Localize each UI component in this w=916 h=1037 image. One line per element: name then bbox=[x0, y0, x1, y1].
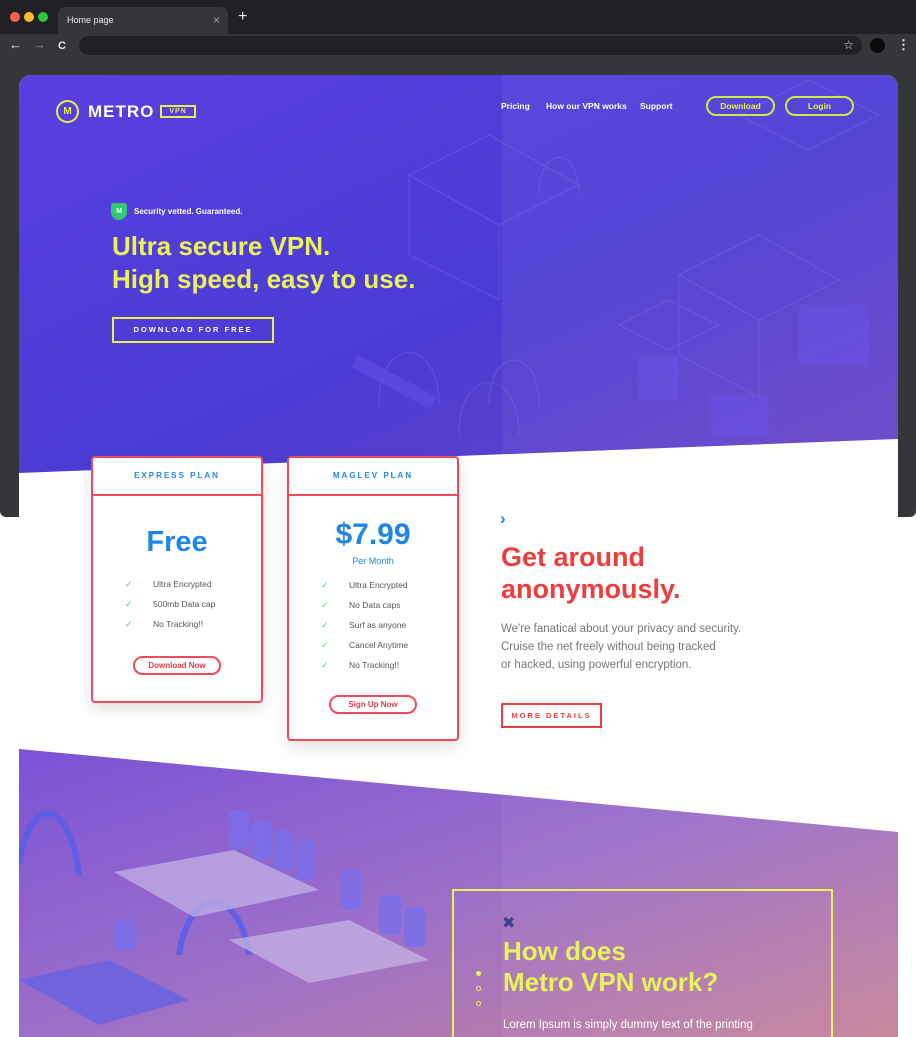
slide-dot-active[interactable] bbox=[476, 971, 481, 976]
check-icon: ✓ bbox=[125, 599, 133, 609]
feature-item: ✓ No Data caps bbox=[289, 595, 457, 615]
check-icon: ✓ bbox=[321, 580, 329, 590]
badge-text: Security vetted. Guaranteed. bbox=[134, 207, 243, 216]
tab-close-icon[interactable]: × bbox=[213, 13, 220, 27]
download-for-free-button[interactable]: DOWNLOAD FOR FREE bbox=[112, 317, 274, 343]
new-tab-button[interactable]: + bbox=[238, 9, 247, 25]
nav-link-how-it-works[interactable]: How our VPN works bbox=[546, 101, 627, 111]
feature-item: ✓ No Tracking!! bbox=[93, 614, 261, 634]
minimize-window-button[interactable] bbox=[24, 12, 34, 22]
more-details-button[interactable]: MORE DETAILS bbox=[501, 703, 602, 728]
section-description: We're fanatical about your privacy and s… bbox=[501, 623, 742, 671]
profile-avatar[interactable] bbox=[870, 38, 885, 53]
how-title: How does Metro VPN work? bbox=[503, 936, 719, 997]
pricing-card-maglev: MAGLEV PLAN $7.99 Per Month ✓ Ultra Encry… bbox=[287, 456, 459, 741]
download-now-button[interactable]: Download Now bbox=[133, 656, 221, 675]
tab-title: Home page bbox=[67, 15, 114, 25]
check-icon: ✓ bbox=[321, 620, 329, 630]
logo-mark-icon: M bbox=[56, 100, 79, 123]
check-icon: ✓ bbox=[321, 660, 329, 670]
hero-title-line1: Ultra secure VPN. bbox=[112, 231, 331, 261]
feature-item: ✓ Ultra Encrypted bbox=[289, 575, 457, 595]
slide-dot[interactable] bbox=[476, 986, 481, 991]
how-description: Lorem Ipsum is simply dummy text of the … bbox=[503, 1019, 753, 1031]
browser-tab[interactable]: Home page × bbox=[58, 7, 228, 34]
shield-icon: M bbox=[111, 203, 127, 220]
plan-period: Per Month bbox=[352, 556, 394, 566]
check-icon: ✓ bbox=[321, 600, 329, 610]
bookmark-star-icon[interactable]: ☆ bbox=[843, 38, 854, 52]
plan-price: $7.99 bbox=[335, 518, 411, 551]
nav-link-support[interactable]: Support bbox=[640, 101, 673, 111]
plan-name: MAGLEV PLAN bbox=[289, 458, 457, 496]
cross-tools-icon: ✖ bbox=[502, 915, 516, 932]
section-title: Get around anonymously. bbox=[501, 542, 681, 604]
plan-name: EXPRESS PLAN bbox=[93, 458, 261, 496]
check-icon: ✓ bbox=[125, 619, 133, 629]
login-button[interactable]: Login bbox=[785, 96, 854, 116]
web-page: M METRO VPN Pricing How our VPN works Su… bbox=[19, 75, 898, 1037]
logo-name: METRO bbox=[88, 101, 155, 121]
check-icon: ✓ bbox=[321, 640, 329, 650]
back-icon[interactable]: ← bbox=[9, 38, 22, 52]
feature-item: ✓ 500mb Data cap bbox=[93, 594, 261, 614]
download-button[interactable]: Download bbox=[706, 96, 775, 116]
brand-logo[interactable]: M METRO VPN bbox=[56, 100, 196, 123]
browser-menu-icon[interactable]: ⋮ bbox=[897, 37, 910, 53]
check-icon: ✓ bbox=[125, 579, 133, 589]
forward-icon[interactable]: → bbox=[33, 38, 46, 52]
feature-list: ✓ Ultra Encrypted ✓ No Data caps ✓ Surf as … bbox=[289, 575, 457, 675]
feature-item: ✓ Surf as anyone bbox=[289, 615, 457, 635]
close-window-button[interactable] bbox=[10, 12, 20, 22]
security-badge: M Security vetted. Guaranteed. bbox=[111, 203, 242, 220]
plan-price: Free bbox=[146, 526, 208, 558]
feature-list: ✓ Ultra Encrypted ✓ 500mb Data cap ✓ No Tra… bbox=[93, 574, 261, 634]
maximize-window-button[interactable] bbox=[38, 12, 48, 22]
slide-dot[interactable] bbox=[476, 1001, 481, 1006]
chevron-right-icon: › bbox=[500, 509, 506, 528]
feature-item: ✓ Ultra Encrypted bbox=[93, 574, 261, 594]
feature-item: ✓ No Tracking!! bbox=[289, 655, 457, 675]
nav-link-pricing[interactable]: Pricing bbox=[501, 101, 530, 111]
pricing-card-express: EXPRESS PLAN Free ✓ Ultra Encrypted ✓ 500m… bbox=[91, 456, 263, 703]
reload-icon[interactable]: C bbox=[58, 39, 66, 53]
logo-tag: VPN bbox=[160, 105, 196, 118]
hero-title-line2: High speed, easy to use. bbox=[112, 264, 416, 294]
address-bar[interactable]: ☆ bbox=[79, 36, 862, 55]
hero-title: Ultra secure VPN. High speed, easy to us… bbox=[112, 230, 415, 296]
feature-item: ✓ Cancel Anytime bbox=[289, 635, 457, 655]
tab-strip: Home page × + bbox=[0, 0, 916, 34]
sign-up-now-button[interactable]: Sign Up Now bbox=[329, 695, 417, 714]
